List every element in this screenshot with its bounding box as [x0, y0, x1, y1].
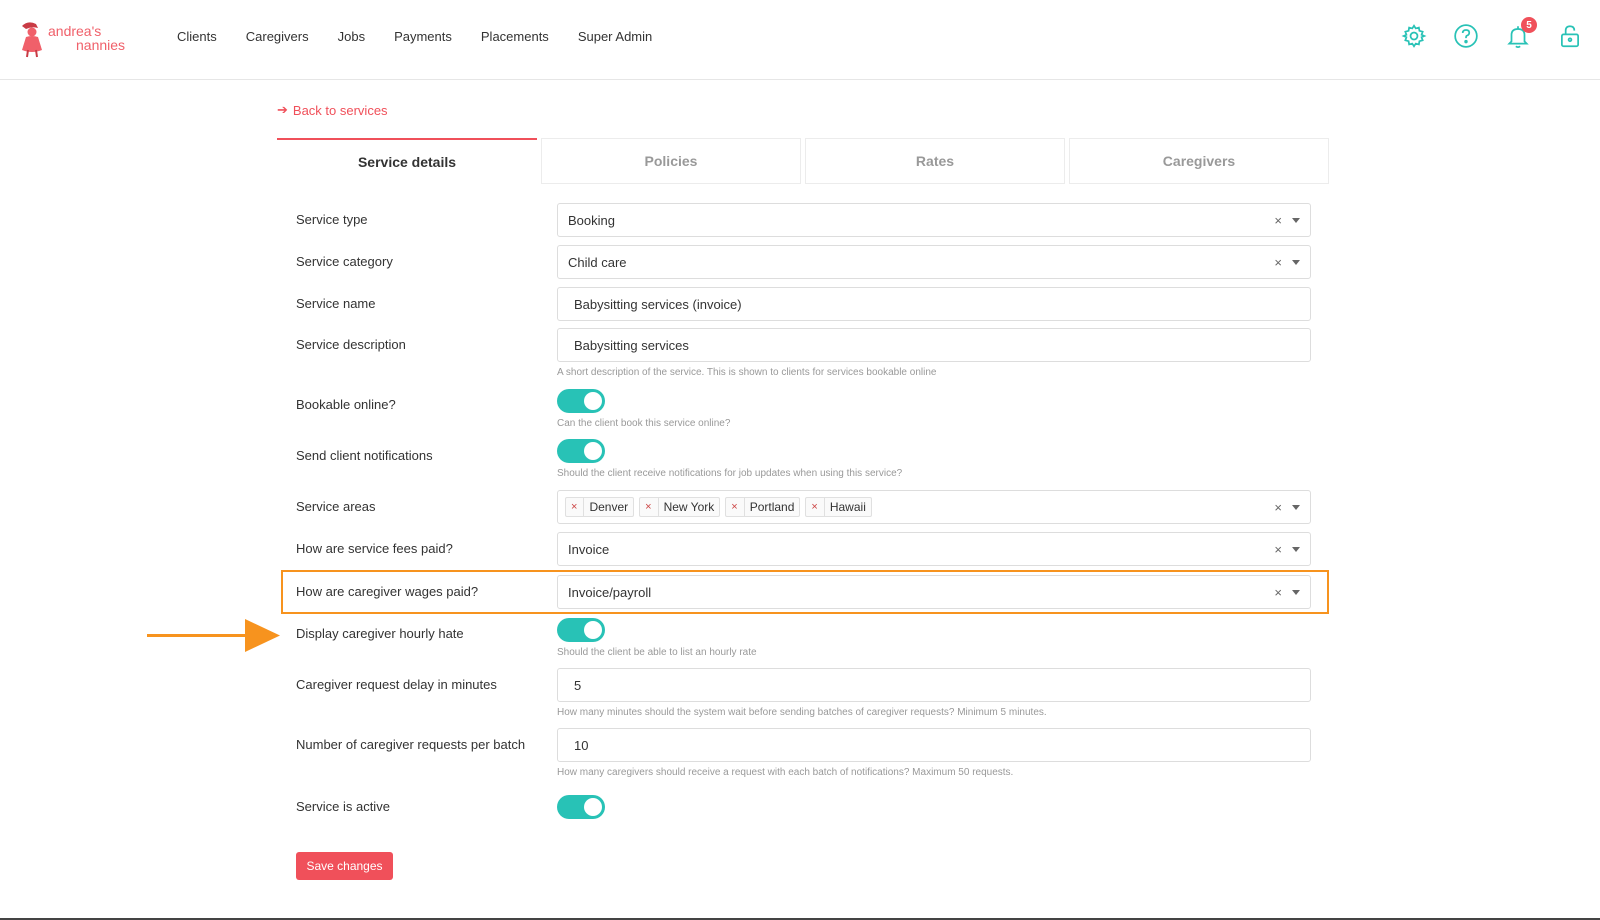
- service-active-toggle[interactable]: [557, 795, 605, 819]
- clear-icon[interactable]: ×: [1274, 542, 1282, 557]
- request-delay-help: How many minutes should the system wait …: [557, 707, 1047, 718]
- lock-button[interactable]: [1554, 20, 1586, 52]
- chevron-down-icon[interactable]: [1292, 504, 1300, 510]
- request-delay-input[interactable]: 5: [557, 668, 1311, 702]
- service-areas-label: Service areas: [296, 499, 376, 514]
- service-name-value: Babysitting services (invoice): [574, 296, 742, 312]
- remove-tag-icon[interactable]: ×: [640, 498, 659, 516]
- service-type-label: Service type: [296, 212, 368, 227]
- top-navbar: andrea's nannies Clients Caregivers Jobs…: [0, 0, 1600, 80]
- clear-icon[interactable]: ×: [1274, 213, 1282, 228]
- requests-per-batch-input[interactable]: 10: [557, 728, 1311, 762]
- service-category-value: Child care: [568, 254, 627, 270]
- question-icon: [1454, 24, 1478, 48]
- arrow-left-icon: ➔: [277, 102, 288, 117]
- request-delay-value: 5: [574, 677, 582, 693]
- tab-caregivers[interactable]: Caregivers: [1069, 138, 1329, 184]
- service-areas-multiselect[interactable]: × Denver × New York × Portland × Hawaii ×: [557, 490, 1311, 524]
- area-tag: × New York: [639, 497, 721, 517]
- service-description-label: Service description: [296, 337, 406, 352]
- service-description-help: A short description of the service. This…: [557, 367, 937, 378]
- fees-paid-value: Invoice: [568, 541, 610, 557]
- nanny-logo-icon: [22, 22, 42, 58]
- service-category-select[interactable]: Child care ×: [557, 245, 1311, 279]
- service-type-value: Booking: [568, 212, 615, 228]
- back-link-label: Back to services: [292, 102, 388, 118]
- requests-per-batch-label: Number of caregiver requests per batch: [296, 737, 526, 752]
- tab-policies[interactable]: Policies: [541, 138, 801, 184]
- tab-rates[interactable]: Rates: [805, 138, 1065, 184]
- settings-button[interactable]: [1398, 20, 1430, 52]
- fees-paid-label: How are service fees paid?: [296, 541, 453, 556]
- remove-tag-icon[interactable]: ×: [566, 498, 585, 516]
- nav-placements[interactable]: Placements: [481, 28, 549, 46]
- send-notifications-toggle[interactable]: [557, 439, 605, 463]
- service-type-select[interactable]: Booking ×: [557, 203, 1311, 237]
- service-category-label: Service category: [296, 254, 393, 269]
- nav-caregivers[interactable]: Caregivers: [246, 28, 309, 46]
- chevron-down-icon[interactable]: [1292, 217, 1300, 223]
- bookable-online-label: Bookable online?: [296, 397, 396, 412]
- chevron-down-icon[interactable]: [1292, 259, 1300, 265]
- service-name-input[interactable]: Babysitting services (invoice): [557, 287, 1311, 321]
- display-hourly-label: Display caregiver hourly hate: [296, 626, 464, 641]
- chevron-down-icon[interactable]: [1292, 589, 1300, 595]
- request-delay-label: Caregiver request delay in minutes: [296, 677, 497, 692]
- logo-text-line1: andrea's: [48, 23, 102, 39]
- service-description-value: Babysitting services: [574, 337, 689, 353]
- requests-per-batch-value: 10: [574, 737, 589, 753]
- service-active-label: Service is active: [296, 799, 390, 814]
- header-icons: 5: [1398, 17, 1600, 52]
- nav-payments[interactable]: Payments: [394, 28, 452, 46]
- requests-per-batch-help: How many caregivers should receive a req…: [557, 767, 1014, 778]
- wages-paid-select[interactable]: Invoice/payroll ×: [557, 575, 1311, 609]
- remove-tag-icon[interactable]: ×: [726, 498, 745, 516]
- bookable-online-toggle[interactable]: [557, 389, 605, 413]
- area-tag: × Portland: [725, 497, 801, 517]
- area-tag: × Hawaii: [805, 497, 872, 517]
- clear-icon[interactable]: ×: [1274, 585, 1282, 600]
- main-nav: Clients Caregivers Jobs Payments Placeme…: [177, 28, 681, 46]
- clear-icon[interactable]: ×: [1274, 255, 1282, 270]
- wages-paid-value: Invoice/payroll: [568, 584, 652, 600]
- annotation-arrow-icon: [147, 619, 280, 652]
- chevron-down-icon[interactable]: [1292, 546, 1300, 552]
- notification-badge: 5: [1521, 17, 1537, 33]
- save-changes-button[interactable]: Save changes: [296, 852, 393, 880]
- logo[interactable]: andrea's nannies: [18, 18, 138, 58]
- logo-text-line2: nannies: [76, 37, 126, 53]
- nav-super-admin[interactable]: Super Admin: [578, 28, 652, 46]
- tab-service-details[interactable]: Service details: [277, 138, 537, 184]
- fees-paid-select[interactable]: Invoice ×: [557, 532, 1311, 566]
- back-to-services-link[interactable]: ➔ Back to services: [277, 102, 388, 118]
- display-hourly-toggle[interactable]: [557, 618, 605, 642]
- display-hourly-help: Should the client be able to list an hou…: [557, 647, 757, 658]
- service-tabs: Service details Policies Rates Caregiver…: [277, 138, 1331, 184]
- remove-tag-icon[interactable]: ×: [806, 498, 825, 516]
- service-description-input[interactable]: Babysitting services: [557, 328, 1311, 362]
- clear-icon[interactable]: ×: [1274, 500, 1282, 515]
- nav-clients[interactable]: Clients: [177, 28, 217, 46]
- notifications-button[interactable]: 5: [1502, 17, 1537, 52]
- area-tag: × Denver: [565, 497, 635, 517]
- lock-icon: [1561, 25, 1579, 48]
- service-name-label: Service name: [296, 296, 376, 311]
- wages-paid-label: How are caregiver wages paid?: [296, 584, 479, 599]
- gear-icon: [1401, 24, 1427, 48]
- help-button[interactable]: [1450, 20, 1482, 52]
- bookable-online-help: Can the client book this service online?: [557, 418, 731, 429]
- nav-jobs[interactable]: Jobs: [338, 28, 365, 46]
- send-notifications-label: Send client notifications: [296, 448, 433, 463]
- send-notifications-help: Should the client receive notifications …: [557, 468, 903, 479]
